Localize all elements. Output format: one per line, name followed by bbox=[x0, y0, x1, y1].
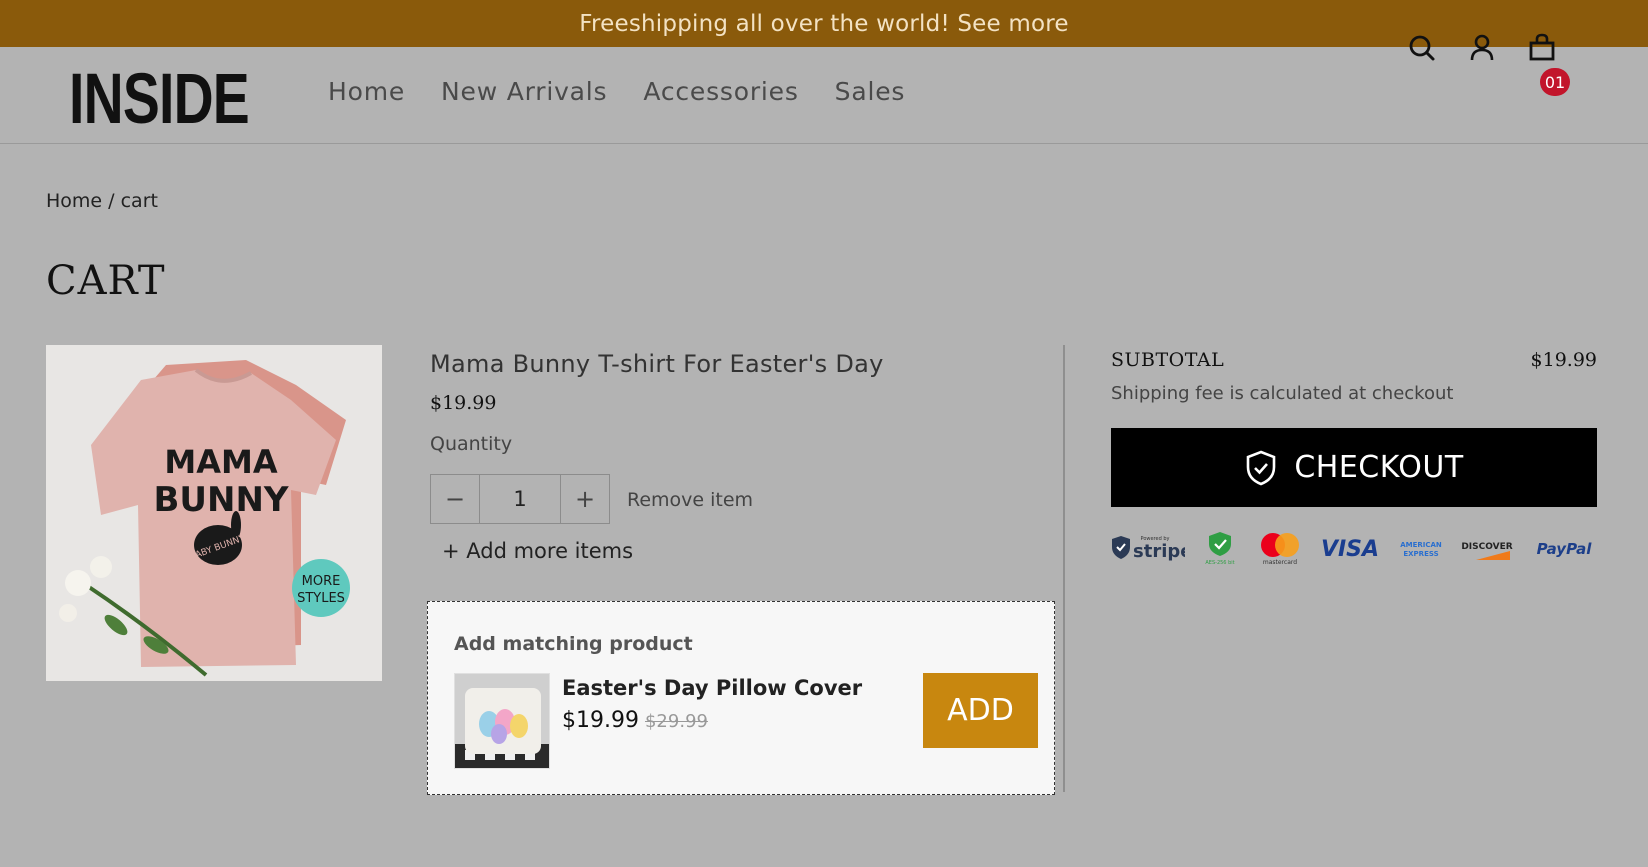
amex-text-1: AMERICAN bbox=[1401, 541, 1443, 549]
nav-item-accessories[interactable]: Accessories bbox=[643, 77, 798, 106]
matching-product-box: Add matching product Easter's Day Pillow… bbox=[427, 601, 1055, 795]
add-matching-product-button[interactable]: ADD bbox=[923, 673, 1038, 748]
amex-text-2: EXPRESS bbox=[1404, 550, 1439, 558]
cart-item-image[interactable]: MAMA BUNNY BABY BUNNY MORE STYLES bbox=[46, 345, 382, 681]
matching-product-image[interactable] bbox=[454, 673, 550, 769]
subtotal-value: $19.99 bbox=[1530, 349, 1597, 371]
paypal-logo: PayPal bbox=[1531, 530, 1597, 566]
main-nav: Home New Arrivals Accessories Sales bbox=[328, 77, 905, 106]
quantity-increase-button[interactable]: + bbox=[561, 475, 609, 523]
aes-secure-badge: AES-256 bit bbox=[1200, 530, 1240, 566]
subtotal-label: SUBTOTAL bbox=[1111, 349, 1225, 371]
discover-logo: DISCOVER bbox=[1462, 530, 1516, 566]
matching-product-sale-price: $19.99 bbox=[562, 708, 639, 733]
site-logo[interactable]: INSIDE bbox=[69, 59, 250, 141]
shirt-print-mama: MAMA bbox=[164, 443, 277, 481]
stripe-text: stripe bbox=[1133, 541, 1185, 562]
remove-item-link[interactable]: Remove item bbox=[627, 489, 753, 511]
header-icons bbox=[1408, 30, 1556, 64]
aes-text: AES-256 bit bbox=[1206, 560, 1235, 566]
quantity-input[interactable]: 1 bbox=[479, 475, 561, 523]
mastercard-logo: mastercard bbox=[1256, 530, 1304, 566]
matching-product-title: Add matching product bbox=[454, 633, 693, 655]
matching-product-name[interactable]: Easter's Day Pillow Cover bbox=[562, 676, 862, 700]
visa-text: VISA bbox=[1321, 537, 1379, 562]
quantity-stepper: − 1 + bbox=[430, 474, 610, 524]
checkout-label: CHECKOUT bbox=[1294, 450, 1464, 485]
discover-text: DISCOVER bbox=[1462, 542, 1513, 552]
announcement-bar[interactable]: Freeshipping all over the world! See mor… bbox=[0, 0, 1648, 47]
nav-item-sales[interactable]: Sales bbox=[835, 77, 906, 106]
visa-logo: VISA bbox=[1319, 530, 1381, 566]
cart-item-price: $19.99 bbox=[430, 392, 497, 414]
checkout-button[interactable]: CHECKOUT bbox=[1111, 428, 1597, 507]
breadcrumb-home[interactable]: Home bbox=[46, 190, 102, 212]
shipping-note: Shipping fee is calculated at checkout bbox=[1111, 383, 1454, 404]
account-icon[interactable] bbox=[1468, 30, 1496, 64]
cart-icon[interactable] bbox=[1528, 30, 1556, 64]
breadcrumb-current: cart bbox=[120, 190, 158, 212]
cart-count-badge: 01 bbox=[1540, 68, 1570, 96]
cart-item-title[interactable]: Mama Bunny T-shirt For Easter's Day bbox=[430, 350, 884, 378]
quantity-label: Quantity bbox=[430, 433, 513, 455]
nav-item-new-arrivals[interactable]: New Arrivals bbox=[441, 77, 607, 106]
page-title: CART bbox=[46, 258, 166, 304]
badge-more: MORE bbox=[302, 574, 341, 589]
breadcrumb: Home / cart bbox=[46, 190, 158, 212]
mastercard-text: mastercard bbox=[1263, 559, 1297, 566]
add-more-items-link[interactable]: + Add more items bbox=[442, 539, 633, 563]
shield-check-icon bbox=[1247, 450, 1276, 485]
payment-methods: Powered by stripe AES-256 bit mastercard… bbox=[1111, 530, 1597, 566]
site-header: INSIDE Home New Arrivals Accessories Sal… bbox=[0, 47, 1648, 144]
american-express-logo: AMERICAN EXPRESS bbox=[1396, 530, 1446, 566]
breadcrumb-separator: / bbox=[108, 190, 115, 212]
badge-styles: STYLES bbox=[297, 591, 345, 606]
stripe-logo: Powered by stripe bbox=[1111, 530, 1185, 566]
nav-item-home[interactable]: Home bbox=[328, 77, 405, 106]
column-divider bbox=[1063, 345, 1065, 792]
announcement-text[interactable]: Freeshipping all over the world! See mor… bbox=[579, 11, 1069, 37]
paypal-text: PayPal bbox=[1537, 540, 1593, 558]
matching-product-price: $19.99 $29.99 bbox=[562, 708, 708, 733]
quantity-decrease-button[interactable]: − bbox=[431, 475, 479, 523]
search-icon[interactable] bbox=[1408, 30, 1436, 64]
matching-product-old-price: $29.99 bbox=[644, 711, 708, 732]
shirt-print-bunny: BUNNY bbox=[153, 480, 288, 520]
